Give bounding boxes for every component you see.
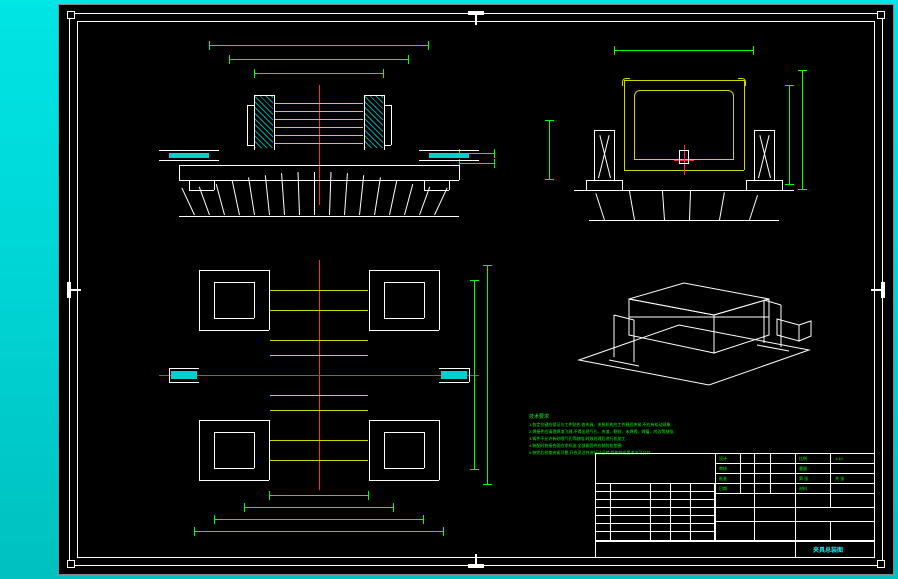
dim-plan-3 — [214, 519, 424, 520]
isometric-view — [559, 265, 819, 395]
dim-front-1 — [209, 45, 429, 46]
title-block: 设计 审核 批准 比例 1:10 重量 第 张 共 张 日期 材料 夹具总装图 — [595, 453, 875, 558]
tb-drawn-label: 设计 — [719, 456, 727, 462]
cad-viewport[interactable]: 技术要求 1.各定位键应保证与工件贴合,各夹具、夹紧机构应工件稳固夹紧,不应有松… — [58, 4, 894, 575]
corner-mark-tl — [67, 11, 75, 19]
notes-line-1: 1.各定位键应保证与工件贴合,各夹具、夹紧机构应工件稳固夹紧,不应有松动现象. — [529, 422, 672, 427]
dim-plan-4 — [194, 531, 444, 532]
center-mark-left — [67, 282, 71, 298]
dim-front-2 — [229, 59, 409, 60]
front-elevation-view — [119, 45, 499, 225]
center-mark-right — [881, 282, 885, 298]
side-elevation-view — [534, 50, 814, 225]
tb-date-label: 日期 — [719, 486, 727, 492]
tb-scale-value: 1:10 — [835, 456, 843, 461]
tb-checked-label: 审核 — [719, 466, 727, 472]
dim-side-top — [614, 50, 754, 51]
dim-side-h3 — [549, 120, 550, 180]
dim-plan-2 — [244, 507, 394, 508]
dim-front-r2 — [459, 163, 495, 164]
tb-scale-label: 比例 — [799, 456, 807, 462]
dim-plan-1 — [269, 495, 369, 496]
center-mark-top — [468, 11, 484, 15]
dim-front-3 — [254, 73, 384, 74]
center-mark-bottom — [468, 564, 484, 568]
plan-view — [139, 260, 499, 540]
notes-line-3: 3.铸件不允许有砂眼气孔等缺陷,时效处理后进行机加工. — [529, 436, 627, 441]
dim-side-h2 — [802, 70, 803, 190]
tb-approved-label: 批准 — [719, 476, 727, 482]
dim-side-h1 — [789, 85, 790, 185]
notes-line-4: 4.装配时各接合面应涂机油,全部紧固件应装防松垫圈. — [529, 443, 623, 448]
corner-mark-br — [877, 560, 885, 568]
technical-requirements: 技术要求 1.各定位键应保证与工件贴合,各夹具、夹紧机构应工件稳固夹紧,不应有松… — [529, 413, 809, 456]
tb-weight-label: 重量 — [799, 466, 807, 472]
corner-mark-tr — [877, 11, 885, 19]
notes-line-2: 2.焊接件应清理焊渣飞溅,不得出现气孔、夹渣、裂纹、未焊透、焊瘤、咬边等缺陷. — [529, 429, 675, 434]
centerline-plan-v — [319, 260, 320, 490]
notes-heading: 技术要求 — [529, 414, 549, 420]
tb-sheet-label: 第 张 — [799, 476, 808, 482]
corner-mark-bl — [67, 560, 75, 568]
isometric-svg — [559, 265, 819, 395]
tb-main-title: 夹具总装图 — [813, 545, 843, 554]
tb-material-label: 材料 — [799, 486, 807, 492]
tb-sheets-label: 共 张 — [835, 476, 844, 482]
